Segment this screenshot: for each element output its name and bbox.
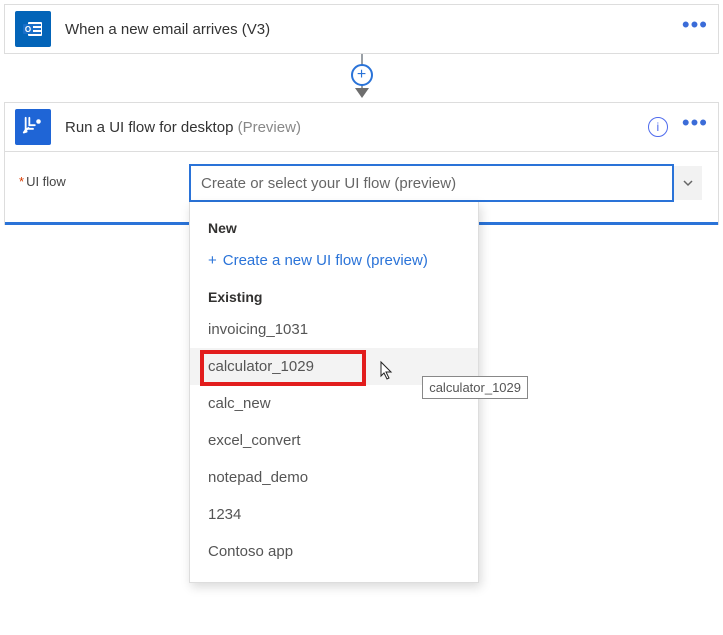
uiflow-option-invoicing[interactable]: invoicing_1031: [190, 311, 478, 348]
action-title: Run a UI flow for desktop (Preview): [65, 119, 648, 136]
info-icon[interactable]: i: [648, 117, 668, 137]
uiflow-option-calculator[interactable]: calculator_1029 calculator_1029: [190, 348, 478, 385]
uiflow-option-calculator-label: calculator_1029: [208, 358, 314, 375]
action-title-text: Run a UI flow for desktop: [65, 119, 238, 136]
action-body: *UI flow Create or select your UI flow (…: [5, 151, 718, 225]
action-header[interactable]: Run a UI flow for desktop (Preview) i ••…: [5, 103, 718, 151]
uiflow-field-label: *UI flow: [19, 164, 189, 189]
trigger-card: O When a new email arrives (V3) •••: [4, 4, 719, 54]
chevron-down-icon[interactable]: [674, 166, 702, 200]
cursor-icon: [378, 360, 396, 382]
dropdown-group-existing: Existing: [190, 279, 478, 311]
create-uiflow-option[interactable]: + Create a new UI flow (preview): [190, 242, 478, 279]
uiflow-select[interactable]: Create or select your UI flow (preview): [189, 164, 704, 202]
action-preview-tag: (Preview): [238, 119, 301, 136]
uiflow-select-box[interactable]: Create or select your UI flow (preview): [189, 164, 674, 202]
add-step-button[interactable]: +: [351, 64, 373, 86]
action-menu-button[interactable]: •••: [682, 118, 708, 136]
uiflow-dropdown: New + Create a new UI flow (preview) Exi…: [189, 202, 479, 583]
connector: +: [0, 54, 723, 98]
uiflow-option-notepad[interactable]: notepad_demo: [190, 459, 478, 496]
uiflow-label-text: UI flow: [26, 174, 66, 189]
trigger-header[interactable]: O When a new email arrives (V3) •••: [5, 5, 718, 53]
action-card: Run a UI flow for desktop (Preview) i ••…: [4, 102, 719, 225]
trigger-menu-button[interactable]: •••: [682, 20, 708, 38]
outlook-icon: O: [15, 11, 51, 47]
uiflow-icon: [15, 109, 51, 145]
uiflow-select-wrap: Create or select your UI flow (preview) …: [189, 164, 704, 202]
arrow-down-icon: [355, 88, 369, 98]
uiflow-select-placeholder: Create or select your UI flow (preview): [201, 175, 456, 192]
trigger-title: When a new email arrives (V3): [65, 21, 682, 38]
create-uiflow-label: Create a new UI flow (preview): [223, 252, 428, 269]
dropdown-group-new: New: [190, 210, 478, 242]
uiflow-option-contoso[interactable]: Contoso app: [190, 533, 478, 570]
svg-text:O: O: [25, 25, 31, 34]
plus-icon: +: [208, 252, 217, 269]
required-star: *: [19, 174, 24, 189]
tooltip: calculator_1029: [422, 376, 528, 399]
uiflow-option-1234[interactable]: 1234: [190, 496, 478, 533]
uiflow-option-excel[interactable]: excel_convert: [190, 422, 478, 459]
